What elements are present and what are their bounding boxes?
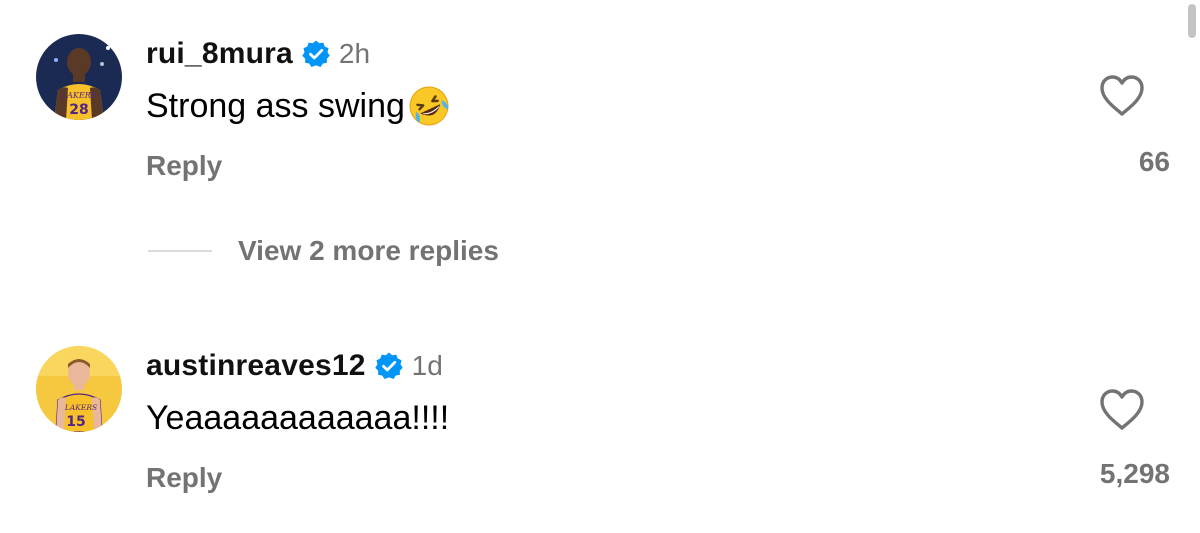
- avatar-jersey-number: 15: [66, 414, 85, 430]
- view-more-replies-button[interactable]: View 2 more replies: [148, 226, 499, 276]
- like-count[interactable]: 66: [1020, 146, 1170, 178]
- heart-outline-icon[interactable]: [1098, 74, 1146, 118]
- comment-text: Strong ass swing: [146, 84, 451, 128]
- comment-text: Yeaaaaaaaaaaaa!!!!: [146, 396, 449, 440]
- reply-button[interactable]: Reply: [146, 462, 222, 494]
- comments-screen: LAKERS 28 rui_8mura 2h Strong ass swing: [0, 0, 1200, 533]
- verified-badge-icon: [374, 351, 404, 381]
- reply-button[interactable]: Reply: [146, 150, 222, 182]
- rolling-on-floor-laughing-emoji-icon: [407, 84, 451, 128]
- timestamp: 1d: [411, 350, 443, 381]
- comment-item: LAKERS 15 austinreaves12 1d Yeaaaaaaaaaa…: [0, 330, 1200, 530]
- comment-header: austinreaves12 1d: [146, 346, 443, 386]
- username[interactable]: austinreaves12: [146, 349, 366, 383]
- timestamp: 2h: [338, 38, 371, 69]
- avatar-image: LAKERS 28: [36, 34, 122, 120]
- like-count[interactable]: 5,298: [1020, 458, 1170, 490]
- username[interactable]: rui_8mura: [146, 37, 293, 71]
- avatar[interactable]: LAKERS 15: [36, 346, 122, 432]
- view-more-replies-label: View 2 more replies: [238, 235, 499, 266]
- heart-outline-icon[interactable]: [1098, 388, 1146, 432]
- comment-header: rui_8mura 2h: [146, 34, 370, 74]
- comment-body: Yeaaaaaaaaaaaa!!!!: [146, 398, 450, 437]
- avatar[interactable]: LAKERS 28: [36, 34, 122, 120]
- avatar-jersey-text: LAKERS: [61, 91, 97, 100]
- verified-badge-icon: [301, 39, 331, 69]
- avatar-jersey-text: LAKERS: [64, 403, 97, 412]
- comment-body: Strong ass swing: [146, 86, 405, 125]
- avatar-image: LAKERS 15: [36, 346, 122, 432]
- avatar-jersey-number: 28: [69, 102, 88, 118]
- divider-line: [148, 250, 212, 252]
- comment-item: LAKERS 28 rui_8mura 2h Strong ass swing: [0, 0, 1200, 210]
